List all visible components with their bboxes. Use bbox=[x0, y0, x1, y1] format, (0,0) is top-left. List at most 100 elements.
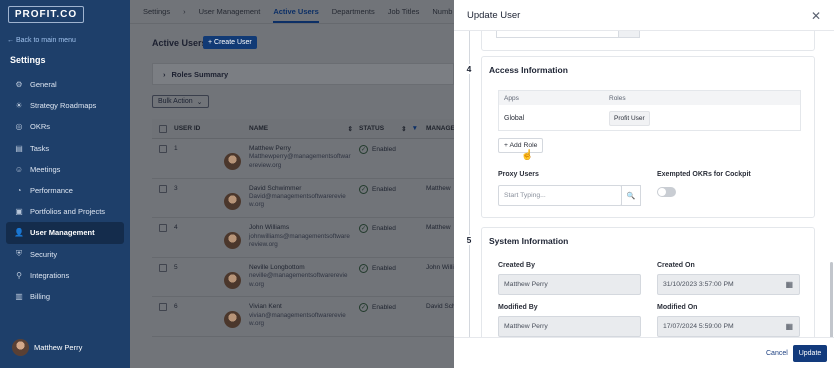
row-checkbox[interactable] bbox=[159, 263, 167, 272]
panel-body: 4 Access Information Apps Roles Global P… bbox=[454, 31, 834, 337]
manager-name: John Willi bbox=[426, 263, 454, 271]
table-row[interactable]: 6 Vivian Kent vivian@managementsoftwarere… bbox=[152, 297, 454, 337]
sidebar-item-label: OKRs bbox=[30, 122, 51, 132]
user-email: vivian@managementsoftwarereview.org bbox=[249, 311, 346, 328]
row-checkbox[interactable] bbox=[159, 224, 167, 233]
table-row[interactable]: 5 Neville Longbottom neville@managementso… bbox=[152, 258, 454, 298]
bulb-icon: ☀ bbox=[15, 101, 23, 111]
user-name[interactable]: John Williams bbox=[249, 224, 351, 232]
check-circle-icon: ✓ bbox=[359, 145, 368, 154]
col-status[interactable]: STATUS ⇕ ▼ bbox=[359, 125, 426, 133]
sidebar-item-performance[interactable]: ◔ Performance bbox=[6, 180, 124, 201]
sidebar-item-integrations[interactable]: ⚲ Integrations bbox=[6, 265, 124, 286]
created-by-field: Matthew Perry bbox=[498, 274, 641, 295]
status-text: Enabled bbox=[372, 304, 396, 312]
sidebar-nav: ⚙ General ☀ Strategy Roadmaps ◎ OKRs ▤ Tasks… bbox=[6, 74, 124, 307]
cancel-button[interactable]: Cancel bbox=[766, 350, 788, 357]
top-nav: Settings › User Management Active Users … bbox=[130, 0, 454, 24]
role-tag[interactable]: Profit User bbox=[609, 110, 650, 126]
sidebar-item-user-management[interactable]: 👤 User Management bbox=[6, 222, 124, 244]
modified-by-field: Matthew Perry bbox=[498, 316, 641, 337]
tab-job-titles[interactable]: Job Titles bbox=[388, 7, 420, 16]
calendar-icon: ▦ bbox=[785, 322, 793, 331]
exempted-okrs-label: Exempted OKRs for Cockpit bbox=[657, 171, 751, 178]
chevron-right-icon: › bbox=[163, 69, 166, 79]
table-row[interactable]: 4 John Williams johnwilliams@managementso… bbox=[152, 218, 454, 258]
user-id: 1 bbox=[174, 145, 178, 152]
select-all-checkbox[interactable] bbox=[159, 124, 167, 133]
previous-field-button[interactable] bbox=[618, 31, 640, 38]
user-email: neville@managementsoftwarereview.org bbox=[249, 272, 348, 288]
user-email: Matthewperry@managementsoftwarereview.or… bbox=[249, 153, 351, 169]
sidebar-item-strategy-roadmaps[interactable]: ☀ Strategy Roadmaps bbox=[6, 95, 124, 116]
access-information-card: Access Information Apps Roles Global Pro… bbox=[481, 56, 815, 218]
filter-icon[interactable]: ▼ bbox=[412, 125, 418, 132]
sidebar-item-label: Meetings bbox=[30, 164, 61, 174]
avatar bbox=[224, 271, 241, 289]
proxy-users-label: Proxy Users bbox=[498, 171, 539, 178]
modified-on-label: Modified On bbox=[657, 304, 698, 311]
col-user-id[interactable]: USER ID bbox=[174, 125, 224, 132]
sidebar-item-okrs[interactable]: ◎ OKRs bbox=[6, 116, 124, 137]
sidebar-item-portfolios[interactable]: ▣ Portfolios and Projects bbox=[6, 201, 124, 222]
created-by-label: Created By bbox=[498, 262, 535, 269]
row-checkbox[interactable] bbox=[159, 145, 167, 153]
panel-scrollbar[interactable] bbox=[830, 262, 833, 337]
gauge-icon: ◔ bbox=[16, 186, 22, 196]
current-user-name: Matthew Perry bbox=[34, 343, 83, 352]
close-icon[interactable]: ✕ bbox=[811, 9, 821, 23]
gear-icon: ⚙ bbox=[15, 80, 23, 90]
col-roles: Roles bbox=[609, 94, 626, 102]
table-row[interactable]: 3 David Schwimmer David@managementsoftwar… bbox=[152, 179, 454, 219]
target-icon: ◎ bbox=[15, 122, 23, 132]
tab-active-users[interactable]: Active Users bbox=[273, 7, 319, 23]
modified-by-label: Modified By bbox=[498, 304, 538, 311]
status-text: Enabled bbox=[372, 264, 396, 272]
current-user[interactable]: Matthew Perry bbox=[12, 339, 82, 356]
roles-summary-label: Roles Summary bbox=[171, 69, 229, 79]
manager-name: David Sch bbox=[426, 303, 454, 311]
check-circle-icon: ✓ bbox=[359, 184, 368, 194]
user-name[interactable]: David Schwimmer bbox=[249, 185, 351, 193]
sidebar-item-label: Integrations bbox=[30, 270, 70, 280]
users-table: USER ID NAME ⇕ STATUS ⇕ ▼ MANAGE 1 Matthew … bbox=[152, 119, 454, 337]
stepper-line bbox=[469, 31, 470, 337]
tab-departments[interactable]: Departments bbox=[332, 7, 375, 16]
update-button[interactable]: Update bbox=[793, 345, 827, 362]
sidebar-item-general[interactable]: ⚙ General bbox=[6, 74, 124, 95]
sidebar-item-meetings[interactable]: ☺ Meetings bbox=[6, 159, 124, 180]
sidebar-item-tasks[interactable]: ▤ Tasks bbox=[6, 138, 124, 159]
row-checkbox[interactable] bbox=[159, 184, 167, 193]
col-name[interactable]: NAME ⇕ bbox=[224, 125, 359, 133]
profitco-logo[interactable]: PROFIT.CO bbox=[8, 6, 84, 23]
col-manager[interactable]: MANAGE bbox=[426, 125, 454, 132]
modified-on-field: 17/07/2024 5:59:00 PM ▦ bbox=[657, 316, 800, 337]
back-to-main-menu-link[interactable]: ← Back to main menu bbox=[7, 37, 76, 44]
create-user-button[interactable]: + Create User bbox=[203, 36, 257, 49]
user-name[interactable]: Matthew Perry bbox=[249, 145, 351, 153]
bulk-action-button[interactable]: Bulk Action ⌄ bbox=[152, 95, 209, 108]
row-checkbox[interactable] bbox=[159, 303, 167, 312]
search-icon[interactable]: 🔍 bbox=[621, 185, 641, 206]
system-information-card: System Information Created By Matthew Pe… bbox=[481, 227, 815, 337]
user-name[interactable]: Neville Longbottom bbox=[249, 264, 351, 272]
sidebar-item-billing[interactable]: ▥ Billing bbox=[6, 286, 124, 307]
clipboard-icon: ▤ bbox=[15, 143, 23, 153]
user-name[interactable]: Vivian Kent bbox=[249, 303, 351, 311]
panel-footer: Cancel Update bbox=[454, 337, 834, 368]
breadcrumb-root[interactable]: Settings bbox=[143, 7, 170, 16]
manager-name: Matthew bbox=[426, 184, 451, 192]
sidebar-item-security[interactable]: ⛨ Security bbox=[6, 244, 124, 265]
modified-on-value: 17/07/2024 5:59:00 PM bbox=[663, 323, 734, 330]
sort-icon: ⇕ bbox=[347, 125, 353, 133]
chevron-down-icon: ⌄ bbox=[196, 98, 203, 106]
roles-summary-toggle[interactable]: › Roles Summary bbox=[152, 63, 454, 85]
table-row[interactable]: 1 Matthew Perry Matthewperry@managementso… bbox=[152, 139, 454, 179]
manager-name: Matthew bbox=[426, 224, 451, 232]
sidebar-item-label: Billing bbox=[30, 291, 51, 301]
breadcrumb-current: User Management bbox=[198, 7, 261, 16]
tab-numbers[interactable]: Numb bbox=[432, 7, 452, 16]
table-row: Global Profit User bbox=[499, 105, 800, 131]
exempted-okrs-toggle[interactable] bbox=[657, 187, 676, 197]
proxy-users-input[interactable]: Start Typing... bbox=[498, 185, 622, 206]
